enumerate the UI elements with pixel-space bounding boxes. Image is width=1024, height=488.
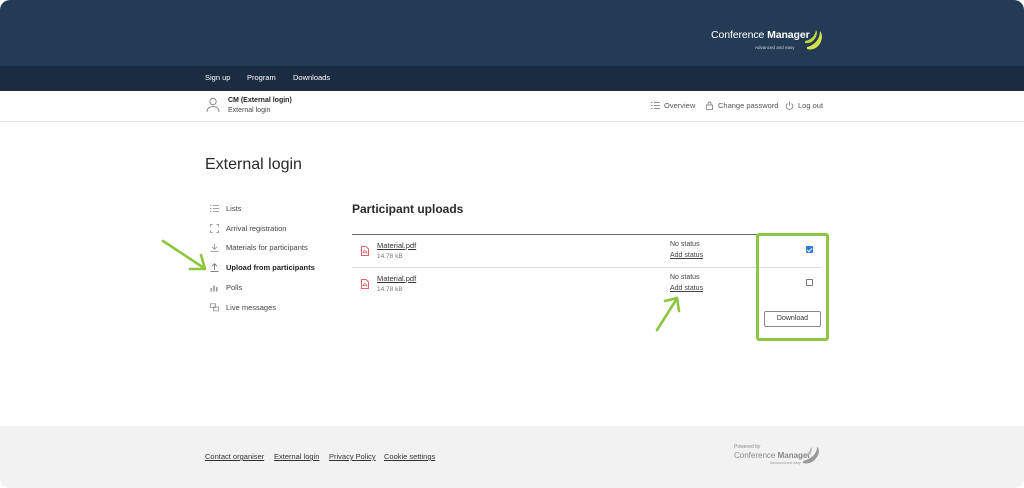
change-password-label: Change password [718, 101, 779, 110]
user-avatar-icon [206, 97, 220, 113]
status-text: No status [670, 241, 700, 248]
sidebar-item-label: Live messages [226, 303, 277, 312]
add-status-link[interactable]: Add status [670, 252, 703, 259]
file-link[interactable]: Material.pdf [377, 241, 416, 250]
chat-icon [210, 303, 219, 312]
sidebar-item-polls[interactable]: Polls [210, 283, 242, 292]
sidebar-item-label: Lists [226, 204, 242, 213]
table-top-divider [352, 234, 821, 235]
file-size: 14.78 kB [377, 253, 403, 260]
banana-logo-icon [805, 30, 822, 50]
sidebar-item-live-messages[interactable]: Live messages [210, 303, 276, 312]
user-name: CM (External login) [228, 97, 292, 104]
power-icon [785, 101, 794, 110]
sidebar-item-lists[interactable]: Lists [210, 204, 241, 213]
user-role: External login [228, 107, 271, 114]
sidebar-item-label: Arrival registration [226, 224, 287, 233]
section-title: Participant uploads [352, 202, 464, 216]
logout-label: Log out [798, 101, 824, 110]
sidebar-item-materials[interactable]: Materials for participants [210, 243, 308, 252]
header-band [0, 0, 1024, 66]
logout-link[interactable]: Log out [785, 101, 823, 110]
download-icon [210, 243, 219, 252]
nav-sign-up[interactable]: Sign up [205, 73, 230, 82]
banana-logo-icon [802, 447, 819, 464]
bar-chart-icon [210, 285, 218, 292]
pdf-file-icon [361, 279, 369, 289]
pdf-file-icon [361, 246, 369, 256]
brand-logo[interactable]: Conference Manager Advanced and easy [711, 29, 822, 55]
change-password-link[interactable]: Change password [705, 101, 778, 110]
upload-icon [210, 263, 219, 272]
footer-tagline: Advanced and easy [770, 461, 801, 465]
user-bar [0, 91, 1024, 122]
scan-icon [210, 224, 219, 233]
overview-label: Overview [664, 101, 696, 110]
brand-name: Conference Manager [711, 29, 810, 41]
row-divider [352, 267, 821, 268]
page-title: External login [205, 156, 302, 173]
overview-link[interactable]: Overview [651, 101, 695, 110]
file-size: 14.78 kB [377, 286, 403, 293]
lock-icon [706, 101, 713, 110]
nav-downloads[interactable]: Downloads [293, 73, 330, 82]
file-link[interactable]: Material.pdf [377, 274, 416, 283]
highlight-box [756, 233, 829, 341]
footer-link-external-login[interactable]: External login [274, 452, 319, 461]
list-icon [651, 102, 660, 109]
footer-link-contact[interactable]: Contact organiser [205, 452, 264, 461]
footer [0, 426, 1024, 488]
sidebar-item-label: Materials for participants [226, 243, 308, 252]
brand-tagline: Advanced and easy [755, 45, 795, 50]
arrow-annotation-icon [655, 296, 681, 332]
arrow-annotation-icon [161, 239, 207, 271]
add-status-link[interactable]: Add status [670, 285, 703, 292]
list-icon [210, 205, 219, 212]
sidebar-item-arrival-registration[interactable]: Arrival registration [210, 224, 286, 233]
footer-link-cookies[interactable]: Cookie settings [384, 452, 435, 461]
powered-by: Powered by [734, 444, 761, 450]
nav-program[interactable]: Program [247, 73, 276, 82]
sidebar-item-upload[interactable]: Upload from participants [210, 263, 315, 272]
sidebar-item-label: Polls [226, 283, 243, 292]
app-frame: Conference Manager Advanced and easy Sig… [0, 0, 1024, 488]
status-text: No status [670, 274, 700, 281]
main-content [0, 122, 1024, 426]
sidebar-item-label: Upload from participants [226, 263, 315, 272]
footer-link-privacy[interactable]: Privacy Policy [329, 452, 376, 461]
main-nav [0, 66, 1024, 91]
